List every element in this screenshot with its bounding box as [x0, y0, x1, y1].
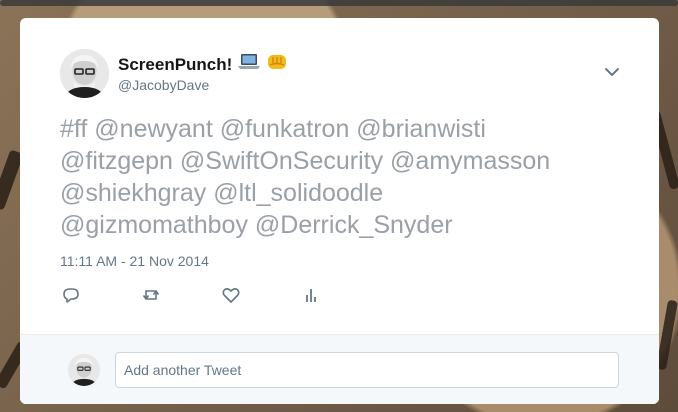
- like-icon[interactable]: [220, 284, 242, 306]
- author-display-name[interactable]: ScreenPunch!: [118, 55, 232, 75]
- tweet-text-line[interactable]: @fitzgepn @SwiftOnSecurity @amymasson: [60, 145, 640, 177]
- tweet-text-line[interactable]: @gizmomathboy @Derrick_Snyder: [60, 209, 640, 241]
- current-user-avatar: [68, 354, 100, 386]
- tweet-timestamp[interactable]: 11:11 AM - 21 Nov 2014: [60, 253, 209, 269]
- avatar-image: [60, 49, 109, 98]
- tweet-text: #ff @newyant @funkatron @brianwisti @fit…: [60, 113, 640, 241]
- backdrop-stroke: [0, 0, 678, 6]
- retweet-icon[interactable]: [140, 284, 162, 306]
- tweet-text-line[interactable]: #ff @newyant @funkatron @brianwisti: [60, 113, 640, 145]
- reply-bar: [20, 334, 659, 404]
- tweet-card: ScreenPunch! @JacobyDave #ff @newyant @f…: [20, 18, 659, 404]
- laptop-icon: [238, 53, 261, 76]
- reply-icon[interactable]: [60, 284, 82, 306]
- fist-icon: [266, 52, 288, 77]
- analytics-icon[interactable]: [300, 284, 322, 306]
- add-tweet-input[interactable]: [115, 352, 619, 388]
- tweet-text-line[interactable]: @shiekhgray @ltl_solidoodle: [60, 177, 640, 209]
- author-avatar[interactable]: [60, 49, 109, 98]
- chevron-down-icon[interactable]: [602, 64, 622, 80]
- author-handle[interactable]: @JacobyDave: [118, 77, 209, 93]
- backdrop-stroke: [655, 299, 678, 371]
- author-name-row: ScreenPunch!: [118, 52, 288, 77]
